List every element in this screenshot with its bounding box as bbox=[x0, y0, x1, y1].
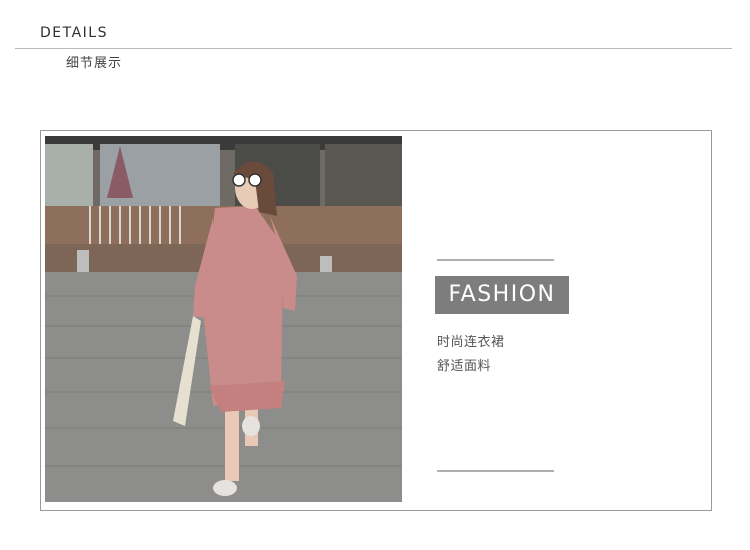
product-photo-illustration bbox=[45, 136, 402, 502]
accent-rule-bottom bbox=[437, 470, 554, 472]
description-line-1: 时尚连衣裙 bbox=[437, 335, 505, 350]
description-line-2: 舒适面料 bbox=[437, 359, 492, 374]
fashion-badge: FASHION bbox=[435, 276, 569, 314]
section-subtitle: 细节展示 bbox=[66, 56, 123, 71]
product-photo bbox=[45, 136, 402, 502]
section-title: DETAILS bbox=[40, 25, 108, 41]
accent-rule-top bbox=[437, 259, 554, 261]
header-divider bbox=[15, 48, 732, 49]
